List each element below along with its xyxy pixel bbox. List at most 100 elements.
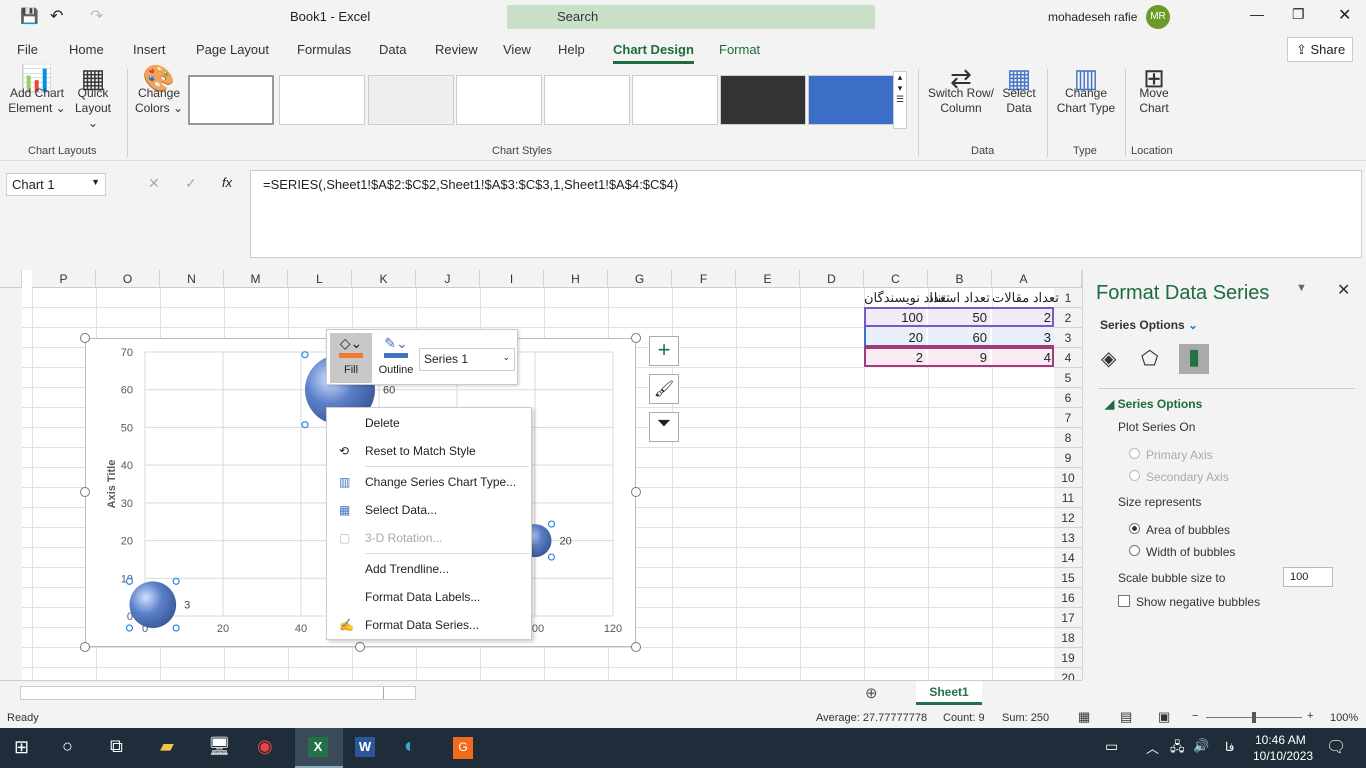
resize-handle[interactable]: [80, 487, 90, 497]
row-header-17[interactable]: 17: [1054, 608, 1082, 628]
select-data-button[interactable]: ▦ Select Data: [998, 65, 1040, 116]
tab-page-layout[interactable]: Page Layout: [196, 42, 269, 57]
column-header-P[interactable]: P: [32, 270, 96, 288]
series-dropdown[interactable]: Series 1 ⌄: [419, 348, 515, 371]
series-options-dropdown[interactable]: Series Options ⌄: [1100, 318, 1198, 332]
point-selection-handle[interactable]: [125, 624, 134, 632]
excel-taskbar-button[interactable]: X: [295, 728, 343, 768]
switch-row-column-button[interactable]: ⇄ Switch Row/ Column: [925, 65, 997, 116]
cell-A1[interactable]: تعداد مقالات: [992, 288, 1059, 308]
tab-data[interactable]: Data: [379, 42, 406, 57]
column-header-C[interactable]: C: [864, 270, 928, 288]
row-header-10[interactable]: 10: [1054, 468, 1082, 488]
point-selection-handle[interactable]: [172, 577, 180, 585]
column-header-E[interactable]: E: [736, 270, 800, 288]
menu-item-delete[interactable]: Delete: [365, 416, 400, 430]
row-header-18[interactable]: 18: [1054, 628, 1082, 648]
zoom-level[interactable]: 100%: [1330, 712, 1358, 724]
notifications-icon[interactable]: 🗨: [1326, 737, 1346, 757]
save-icon[interactable]: 💾: [20, 7, 39, 25]
chart-filter-icon[interactable]: ⏷: [649, 412, 679, 442]
network-icon[interactable]: 🖧: [1170, 738, 1185, 760]
width-of-bubbles-radio[interactable]: [1129, 545, 1140, 556]
tab-insert[interactable]: Insert: [133, 42, 166, 57]
avatar[interactable]: MR: [1146, 5, 1170, 29]
column-header-J[interactable]: J: [416, 270, 480, 288]
column-header-D[interactable]: D: [800, 270, 864, 288]
row-header-8[interactable]: 8: [1054, 428, 1082, 448]
row-header-5[interactable]: 5: [1054, 368, 1082, 388]
row-header-2[interactable]: 2: [1054, 308, 1082, 328]
area-of-bubbles-radio[interactable]: [1129, 523, 1140, 534]
column-header-L[interactable]: L: [288, 270, 352, 288]
formula-input[interactable]: =SERIES(,Sheet1!$A$2:$C$2,Sheet1!$A$3:$C…: [250, 170, 1362, 258]
keyboard-icon[interactable]: ▭: [1105, 738, 1118, 755]
row-header-9[interactable]: 9: [1054, 448, 1082, 468]
horizontal-scrollbar[interactable]: [20, 686, 416, 700]
scale-bubble-input[interactable]: 100: [1283, 567, 1333, 587]
maximize-icon[interactable]: ❐: [1292, 6, 1305, 23]
point-selection-handle[interactable]: [172, 624, 180, 632]
column-header-M[interactable]: M: [224, 270, 288, 288]
column-header-K[interactable]: K: [352, 270, 416, 288]
resize-handle[interactable]: [631, 487, 641, 497]
data-label[interactable]: 60: [383, 385, 395, 397]
pdf-app-icon[interactable]: G: [453, 737, 473, 759]
resize-handle[interactable]: [631, 333, 641, 343]
tab-review[interactable]: Review: [435, 42, 478, 57]
point-selection-handle[interactable]: [547, 553, 556, 561]
column-header-A[interactable]: A: [992, 270, 1056, 288]
data-label[interactable]: 3: [184, 600, 190, 612]
chart-style-6[interactable]: [632, 75, 718, 125]
row-header-12[interactable]: 12: [1054, 508, 1082, 528]
series-options-icon[interactable]: ▮: [1179, 344, 1209, 374]
menu-item-format-data-labels[interactable]: Format Data Labels...: [365, 590, 480, 604]
undo-icon[interactable]: ↶: [50, 6, 63, 26]
menu-item-reset-style[interactable]: Reset to Match Style: [365, 444, 476, 458]
cell-C1[interactable]: تعداد نویسندگان: [864, 288, 950, 308]
tab-formulas[interactable]: Formulas: [297, 42, 351, 57]
chart-style-1[interactable]: [188, 75, 274, 125]
y-axis-title[interactable]: Axis Title: [106, 460, 118, 509]
tab-view[interactable]: View: [503, 42, 531, 57]
enter-icon[interactable]: ✓: [185, 175, 197, 192]
tray-chevron-icon[interactable]: ︿: [1146, 738, 1159, 757]
row-header-20[interactable]: 20: [1054, 668, 1082, 680]
row-header-6[interactable]: 6: [1054, 388, 1082, 408]
chart-style-7[interactable]: [720, 75, 806, 125]
normal-view-icon[interactable]: ▦: [1078, 709, 1090, 725]
volume-icon[interactable]: 🔊: [1193, 738, 1209, 754]
control-panel-icon[interactable]: 🖥: [208, 736, 231, 757]
language-indicator[interactable]: فا: [1225, 740, 1234, 754]
column-header-B[interactable]: B: [928, 270, 992, 288]
fill-line-icon[interactable]: ◈: [1101, 346, 1116, 371]
chart-style-3[interactable]: [368, 75, 454, 125]
redo-icon[interactable]: ↷: [90, 6, 103, 26]
row-header-7[interactable]: 7: [1054, 408, 1082, 428]
resize-handle[interactable]: [355, 642, 365, 652]
zoom-slider-thumb[interactable]: [1252, 712, 1256, 723]
add-sheet-icon[interactable]: ⊕: [865, 684, 878, 702]
styles-gallery-scroll[interactable]: ▴ ▾ ☰: [893, 71, 907, 129]
tab-file[interactable]: File: [17, 42, 38, 57]
chart-style-8[interactable]: [808, 75, 894, 125]
column-header-F[interactable]: F: [672, 270, 736, 288]
resize-handle[interactable]: [80, 642, 90, 652]
row-header-16[interactable]: 16: [1054, 588, 1082, 608]
row-header-19[interactable]: 19: [1054, 648, 1082, 668]
close-icon[interactable]: ✕: [1338, 5, 1351, 25]
chart-style-4[interactable]: [456, 75, 542, 125]
scroll-thumb[interactable]: [383, 687, 399, 699]
effects-icon[interactable]: ⬠: [1141, 346, 1158, 371]
chart-elements-button[interactable]: +: [649, 336, 679, 366]
select-all-corner[interactable]: [0, 270, 22, 288]
point-selection-handle[interactable]: [301, 351, 309, 359]
chart-style-2[interactable]: [279, 75, 365, 125]
point-selection-handle[interactable]: [301, 421, 309, 429]
clock-date[interactable]: 10/10/2023: [1253, 749, 1313, 763]
resize-handle[interactable]: [80, 333, 90, 343]
column-header-I[interactable]: I: [480, 270, 544, 288]
column-header-O[interactable]: O: [96, 270, 160, 288]
insert-function-button[interactable]: fx: [222, 175, 232, 190]
zoom-in-icon[interactable]: +: [1307, 710, 1313, 722]
